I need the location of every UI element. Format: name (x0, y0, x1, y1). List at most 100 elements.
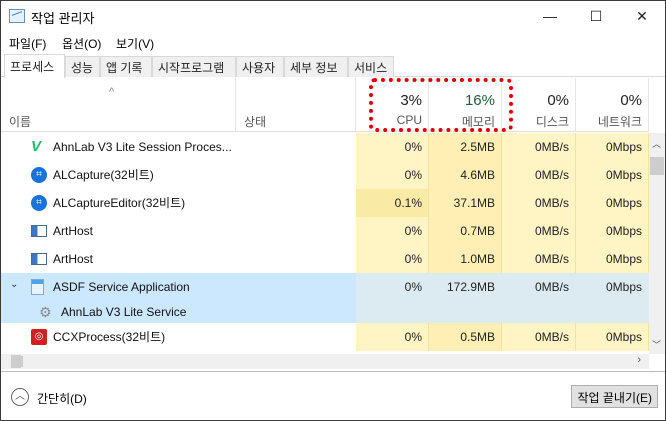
memory-cell: 37.1MB (429, 189, 502, 217)
disk-total: 0% (547, 92, 569, 109)
hscroll-thumb[interactable] (11, 355, 21, 368)
memory-cell: 2.5MB (429, 133, 502, 161)
network-cell (576, 301, 649, 323)
chevron-up-icon[interactable]: ︿ (11, 388, 29, 406)
memory-label: 메모리 (461, 115, 495, 129)
column-status-label: 상태 (244, 115, 267, 129)
menu-options[interactable]: 옵션(O) (62, 35, 101, 52)
process-row[interactable]: ArtHost 0% 1.0MB 0MB/s 0Mbps (1, 245, 649, 273)
process-row[interactable]: ◎ CCXProcess(32비트) 0% 0.5MB 0MB/s 0Mbps (1, 323, 649, 351)
maximize-button[interactable]: ☐ (573, 1, 619, 31)
column-name-label: 이름 (9, 115, 32, 129)
horizontal-scrollbar[interactable]: › (1, 354, 649, 369)
cpu-cell: 0% (356, 245, 429, 273)
app-icon (31, 279, 47, 295)
cpu-label: CPU (396, 113, 422, 127)
cpu-total: 3% (400, 92, 422, 109)
network-cell: 0Mbps (576, 323, 649, 351)
disk-cell: 0MB/s (502, 245, 576, 273)
window-icon (31, 251, 47, 267)
tab-processes[interactable]: 프로세스 (4, 54, 65, 78)
end-task-button[interactable]: 작업 끝내기(E) (571, 385, 658, 408)
network-cell: 0Mbps (576, 189, 649, 217)
tab-bar: 프로세스 성능 앱 기록 시작프로그램 사용자 세부 정보 서비스 (1, 54, 665, 78)
tab-app-history[interactable]: 앱 기록 (100, 56, 152, 77)
collapse-button[interactable]: 간단히(D) (37, 390, 87, 407)
memory-cell: 1.0MB (429, 245, 502, 273)
process-row[interactable]: ⌄ ASDF Service Application 0% 172.9MB 0MB/s 0… (1, 273, 649, 301)
close-button[interactable]: ✕ (619, 1, 665, 31)
gear-icon: ⚙ (39, 304, 52, 320)
cpu-cell: 0% (356, 323, 429, 351)
menu-view[interactable]: 보기(V) (116, 35, 154, 52)
process-row[interactable]: V AhnLab V3 Lite Session Proces... 0% 2.5MB… (1, 133, 649, 161)
task-manager-window: 작업 관리자 — ☐ ✕ 파일(F) 옵션(O) 보기(V) 프로세스 성능 앱… (0, 0, 666, 421)
column-status[interactable]: 상태 (236, 78, 356, 132)
process-row[interactable]: ⚙ AhnLab V3 Lite Service (1, 301, 649, 323)
scroll-up-icon[interactable]: ︿ (652, 137, 661, 150)
process-name: CCXProcess(32비트) (53, 330, 166, 344)
minimize-button[interactable]: — (527, 1, 573, 31)
cpu-cell: 0% (356, 133, 429, 161)
column-network[interactable]: 0% 네트워크 (576, 78, 649, 132)
cpu-cell: 0% (356, 273, 429, 301)
tab-performance[interactable]: 성능 (65, 56, 100, 77)
process-name: ASDF Service Application (53, 280, 190, 294)
process-row[interactable]: ⌗ ALCaptureEditor(32비트) 0.1% 37.1MB 0MB/s 0Mb… (1, 189, 649, 217)
column-name[interactable]: ^ 이름 (1, 78, 236, 132)
memory-cell: 172.9MB (429, 273, 502, 301)
alcapture-icon: ⌗ (31, 195, 47, 211)
tab-users[interactable]: 사용자 (236, 56, 284, 77)
disk-cell: 0MB/s (502, 189, 576, 217)
vertical-scrollbar[interactable]: ︿ ﹀ (649, 133, 665, 354)
v3-icon: V (31, 138, 42, 155)
expand-chevron-icon[interactable]: ⌄ (10, 279, 18, 290)
network-cell: 0Mbps (576, 273, 649, 301)
network-cell: 0Mbps (576, 217, 649, 245)
window-icon (31, 223, 47, 239)
process-row[interactable]: ⌗ ALCapture(32비트) 0% 4.6MB 0MB/s 0Mbps (1, 161, 649, 189)
column-disk[interactable]: 0% 디스크 (502, 78, 576, 132)
memory-cell: 0.7MB (429, 217, 502, 245)
title-bar: 작업 관리자 — ☐ ✕ (1, 1, 665, 31)
tab-services[interactable]: 서비스 (348, 56, 394, 77)
process-name: AhnLab V3 Lite Session Proces... (53, 140, 232, 154)
disk-label: 디스크 (535, 115, 569, 129)
process-row[interactable]: ArtHost 0% 0.7MB 0MB/s 0Mbps (1, 217, 649, 245)
network-cell: 0Mbps (576, 161, 649, 189)
process-name: ALCaptureEditor(32비트) (53, 196, 186, 210)
scroll-thumb[interactable] (650, 157, 664, 175)
network-cell: 0Mbps (576, 245, 649, 273)
memory-cell: 0.5MB (429, 323, 502, 351)
window-title: 작업 관리자 (31, 11, 95, 26)
disk-cell: 0MB/s (502, 161, 576, 189)
disk-cell: 0MB/s (502, 133, 576, 161)
process-name: AhnLab V3 Lite Service (61, 305, 187, 319)
task-manager-icon (9, 9, 25, 23)
ccx-icon: ◎ (31, 329, 47, 345)
network-total: 0% (620, 92, 642, 109)
tab-details[interactable]: 세부 정보 (284, 56, 348, 77)
sort-up-icon: ^ (109, 86, 115, 98)
memory-cell: 4.6MB (429, 161, 502, 189)
disk-cell: 0MB/s (502, 323, 576, 351)
column-header: ^ 이름 상태 3% CPU 16% 메모리 0% 디스크 0% 네트워크 (1, 78, 649, 132)
process-list: V AhnLab V3 Lite Session Proces... 0% 2.5MB… (1, 133, 649, 353)
tab-startup[interactable]: 시작프로그램 (152, 56, 236, 77)
menu-file[interactable]: 파일(F) (9, 35, 46, 52)
disk-cell (502, 301, 576, 323)
cpu-cell: 0% (356, 217, 429, 245)
network-cell: 0Mbps (576, 133, 649, 161)
memory-total: 16% (464, 92, 495, 109)
process-name: ArtHost (53, 224, 94, 238)
cpu-cell: 0% (356, 161, 429, 189)
column-memory[interactable]: 16% 메모리 (429, 78, 502, 132)
column-cpu[interactable]: 3% CPU (356, 78, 429, 132)
disk-cell: 0MB/s (502, 217, 576, 245)
scroll-right-icon[interactable]: › (637, 354, 641, 366)
menu-bar: 파일(F) 옵션(O) 보기(V) (1, 32, 665, 52)
scroll-down-icon[interactable]: ﹀ (652, 338, 661, 351)
cpu-cell: 0.1% (356, 189, 429, 217)
footer: ︿ 간단히(D) 작업 끝내기(E) (1, 371, 665, 420)
process-name: ALCapture(32비트) (53, 168, 154, 182)
